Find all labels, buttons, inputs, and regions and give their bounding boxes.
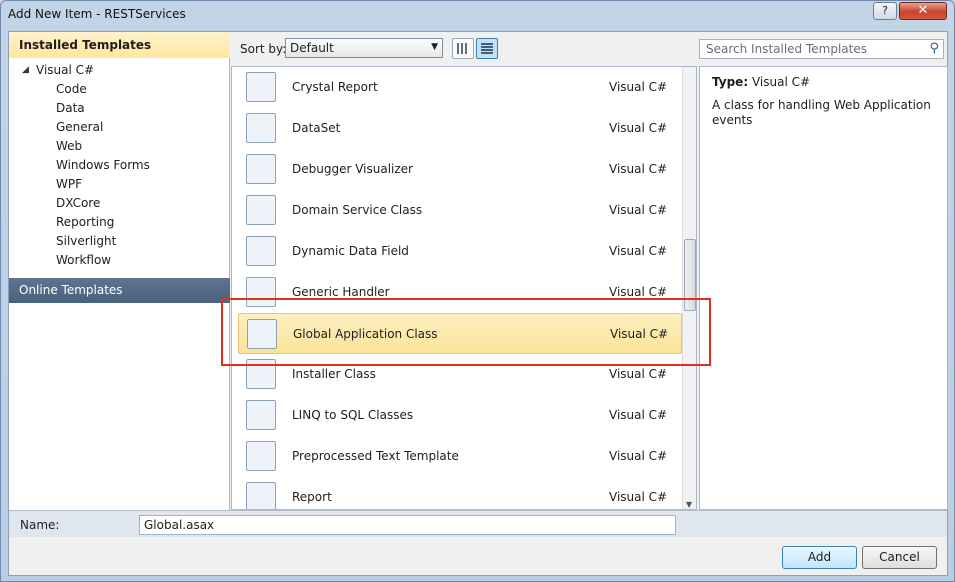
global-application-class-icon: [247, 319, 277, 349]
generic-handler-icon: [246, 277, 276, 307]
template-language: Visual C#: [609, 285, 668, 299]
template-row-linq-to-sql-classes[interactable]: LINQ to SQL Classes Visual C#: [232, 395, 684, 436]
tree-root-visual-csharp[interactable]: ◢ Visual C#: [9, 61, 230, 80]
list-view-button[interactable]: [476, 38, 498, 59]
tree-item-reporting[interactable]: Reporting: [9, 213, 230, 232]
domain-service-class-icon: [246, 195, 276, 225]
online-templates-header[interactable]: Online Templates: [9, 278, 230, 303]
list-view-icon: [481, 43, 493, 54]
info-type-value: Visual C#: [751, 75, 811, 89]
template-name: Report: [292, 490, 332, 504]
dynamic-data-field-icon: [246, 236, 276, 266]
template-name: Generic Handler: [292, 285, 390, 299]
template-row-dynamic-data-field[interactable]: Dynamic Data Field Visual C#: [232, 231, 684, 272]
tree-item-data[interactable]: Data: [9, 99, 230, 118]
template-row-domain-service-class[interactable]: Domain Service Class Visual C#: [232, 190, 684, 231]
template-language: Visual C#: [609, 121, 668, 135]
tree-item-silverlight[interactable]: Silverlight: [9, 232, 230, 251]
name-input[interactable]: Global.asax: [139, 515, 676, 535]
linq-to-sql-icon: [246, 400, 276, 430]
tree-item-general[interactable]: General: [9, 118, 230, 137]
dialog-body: Installed Templates ◢ Visual C# Code Dat…: [8, 31, 948, 576]
template-language: Visual C#: [609, 408, 668, 422]
name-row: Name: Global.asax: [9, 510, 947, 537]
template-language: Visual C#: [609, 203, 668, 217]
dataset-icon: [246, 113, 276, 143]
crystal-report-icon: [246, 72, 276, 102]
medium-icons-view-button[interactable]: [452, 38, 474, 59]
template-name: DataSet: [292, 121, 341, 135]
tree-root-label: Visual C#: [36, 63, 95, 77]
template-row-generic-handler[interactable]: Generic Handler Visual C#: [232, 272, 684, 313]
template-language: Visual C#: [609, 80, 668, 94]
template-name: Global Application Class: [293, 327, 438, 341]
close-button[interactable]: ✕: [899, 2, 947, 20]
installed-templates-header[interactable]: Installed Templates: [9, 32, 230, 58]
info-description: A class for handling Web Application eve…: [712, 98, 931, 127]
template-row-preprocessed-text-template[interactable]: Preprocessed Text Template Visual C#: [232, 436, 684, 477]
search-icon[interactable]: ⚲: [929, 41, 939, 56]
add-button[interactable]: Add: [782, 546, 857, 569]
title-bar: Add New Item - RESTServices ? ✕: [1, 1, 954, 31]
info-type-label: Type:: [712, 75, 749, 89]
window-title: Add New Item - RESTServices: [8, 7, 186, 21]
template-language: Visual C#: [609, 449, 668, 463]
template-language: Visual C#: [609, 162, 668, 176]
scroll-down-arrow-icon[interactable]: ▼: [686, 500, 692, 509]
tree-item-web[interactable]: Web: [9, 137, 230, 156]
template-list: Crystal Report Visual C# DataSet Visual …: [231, 66, 697, 510]
template-name: LINQ to SQL Classes: [292, 408, 414, 422]
sort-by-select[interactable]: Default ▼: [285, 38, 443, 58]
template-name: Installer Class: [292, 367, 376, 381]
template-row-debugger-visualizer[interactable]: Debugger Visualizer Visual C#: [232, 149, 684, 190]
tree-item-wpf[interactable]: WPF: [9, 175, 230, 194]
template-language: Visual C#: [610, 327, 669, 341]
search-placeholder: Search Installed Templates: [706, 42, 867, 56]
dropdown-arrow-icon: ▼: [431, 42, 438, 52]
text-template-icon: [246, 441, 276, 471]
template-row-crystal-report[interactable]: Crystal Report Visual C#: [232, 67, 684, 108]
template-list-scrollbar[interactable]: ▼: [682, 67, 696, 509]
help-button[interactable]: ?: [873, 2, 897, 20]
expand-triangle-icon[interactable]: ◢: [22, 61, 29, 80]
sort-by-value: Default: [290, 41, 334, 55]
template-row-dataset[interactable]: DataSet Visual C#: [232, 108, 684, 149]
template-name: Preprocessed Text Template: [292, 449, 459, 463]
debugger-visualizer-icon: [246, 154, 276, 184]
search-installed-templates-input[interactable]: Search Installed Templates ⚲: [699, 39, 944, 59]
tree-item-dxcore[interactable]: DXCore: [9, 194, 230, 213]
tree-item-code[interactable]: Code: [9, 80, 230, 99]
template-row-installer-class[interactable]: Installer Class Visual C#: [232, 354, 684, 395]
add-new-item-dialog: Add New Item - RESTServices ? ✕ Installe…: [0, 0, 955, 582]
info-type: Type: Visual C#: [712, 75, 935, 89]
category-tree: ◢ Visual C# Code Data General Web Window…: [9, 61, 230, 270]
installer-class-icon: [246, 359, 276, 389]
template-row-report[interactable]: Report Visual C#: [232, 477, 684, 509]
cancel-button[interactable]: Cancel: [862, 546, 937, 569]
template-row-global-application-class[interactable]: Global Application Class Visual C#: [238, 313, 682, 354]
sort-by-label: Sort by:: [240, 42, 287, 56]
tree-item-windows-forms[interactable]: Windows Forms: [9, 156, 230, 175]
report-icon: [246, 482, 276, 509]
grid-view-icon: [457, 43, 469, 54]
template-name: Debugger Visualizer: [292, 162, 413, 176]
template-name: Domain Service Class: [292, 203, 423, 217]
template-language: Visual C#: [609, 367, 668, 381]
scrollbar-thumb[interactable]: [684, 239, 696, 311]
name-label: Name:: [20, 518, 60, 532]
template-language: Visual C#: [609, 244, 668, 258]
template-categories-panel: Installed Templates ◢ Visual C# Code Dat…: [9, 32, 230, 510]
template-name: Crystal Report: [292, 80, 378, 94]
template-language: Visual C#: [609, 490, 668, 504]
tree-item-workflow[interactable]: Workflow: [9, 251, 230, 270]
template-name: Dynamic Data Field: [292, 244, 409, 258]
template-info-panel: Type: Visual C# A class for handling Web…: [699, 66, 948, 510]
